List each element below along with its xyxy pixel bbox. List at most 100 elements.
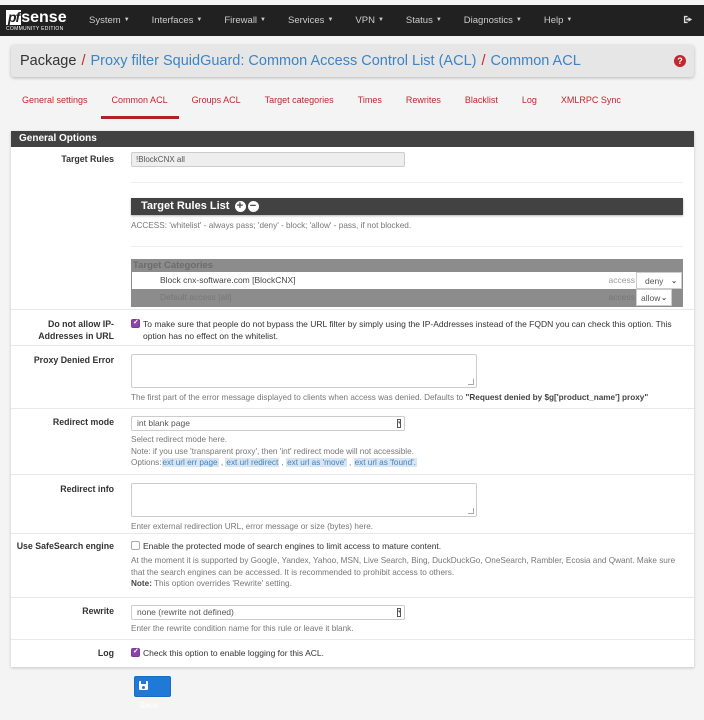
target-rules-row: Target Rules !BlockCNX all Target Rules …	[11, 147, 694, 310]
redirect-mode-help-2: Note: if you use 'transparent proxy', th…	[131, 446, 414, 456]
redirect-mode-select[interactable]: int blank page ▾	[131, 416, 405, 431]
nav-item-system[interactable]: System ▼	[89, 15, 130, 26]
proxy-denied-error-label: Proxy Denied Error	[33, 355, 114, 365]
access-help: ACCESS: 'whitelist' - always pass; 'deny…	[131, 221, 412, 230]
no-ip-checkbox[interactable]	[131, 318, 140, 328]
panel-title: General Options	[11, 131, 694, 147]
floppy-disk-icon	[139, 681, 148, 690]
nav-label: Status	[405, 15, 433, 26]
table-row: Block cnx-software.com [BlockCNX] access…	[132, 271, 682, 289]
caret-down-icon: ▼	[327, 17, 334, 24]
access-label: access	[608, 291, 635, 302]
caret-down-icon: ▼	[435, 17, 442, 24]
nav-label: Help	[543, 15, 564, 26]
redirect-info-help: Enter external redirection URL, error me…	[131, 522, 374, 531]
options-prefix: Options:	[131, 458, 162, 467]
option-ext-url-redirect[interactable]: ext url redirect	[225, 458, 280, 467]
target-rules-list-heading: Target Rules List + −	[131, 198, 683, 215]
safesearch-checkbox[interactable]	[131, 541, 140, 550]
caret-down-icon: ▼	[515, 17, 522, 24]
caret-down-icon: ▼	[566, 17, 573, 24]
caret-down-icon: ▼	[377, 17, 384, 24]
safesearch-label: Use SafeSearch engine	[16, 541, 114, 551]
note-label: Note:	[131, 579, 152, 588]
redirect-info-label: Redirect info	[60, 484, 114, 494]
logo-sense: sense	[21, 9, 67, 26]
nav-label: Firewall	[224, 15, 258, 26]
option-ext-url-found[interactable]: ext url as 'found'.	[353, 458, 417, 467]
breadcrumb-common-acl-link[interactable]: Common ACL	[491, 53, 581, 69]
proxy-denied-error-row: Proxy Denied Error The first part of the…	[11, 346, 694, 409]
sign-out-icon[interactable]	[683, 14, 694, 28]
redirect-mode-label: Redirect mode	[52, 417, 114, 427]
nav-label: Diagnostics	[463, 15, 513, 26]
plus-circle-icon[interactable]: +	[234, 200, 246, 212]
chevron-down-icon: ⌄	[661, 294, 667, 302]
redirect-mode-row: Redirect mode int blank page ▾ Select red…	[11, 409, 694, 475]
nav-label: VPN	[355, 15, 375, 26]
nav-menu: System ▼ Interfaces ▼ Firewall ▼ Services ▼ …	[89, 15, 594, 26]
tab-general-settings[interactable]: General settings	[22, 95, 88, 105]
pfsense-logo[interactable]: pf sense COMMUNITY EDITION	[0, 5, 70, 36]
minus-circle-icon[interactable]: −	[247, 200, 259, 212]
redirect-info-row: Redirect info Enter external redirection…	[11, 475, 694, 534]
safesearch-row: Use SafeSearch engine Enable the protect…	[11, 534, 694, 598]
nav-item-diagnostics[interactable]: Diagnostics ▼	[464, 15, 522, 26]
tab-log[interactable]: Log	[522, 95, 537, 105]
tab-target-categories[interactable]: Target categories	[265, 95, 334, 105]
tab-blacklist[interactable]: Blacklist	[465, 95, 498, 105]
access-value: allow	[641, 292, 661, 303]
redirect-mode-options: Options:ext url err page , ext url redir…	[131, 458, 417, 467]
redirect-mode-help-1: Select redirect mode here.	[131, 435, 228, 444]
nav-item-help[interactable]: Help ▼	[544, 15, 573, 26]
category-name: Default access [all]	[160, 291, 232, 302]
target-categories-table: Target Categories Block cnx-software.com…	[131, 258, 683, 307]
nav-label: System	[89, 15, 121, 26]
log-checkbox[interactable]	[131, 647, 140, 657]
tab-rewrites[interactable]: Rewrites	[406, 95, 441, 105]
nav-label: Interfaces	[151, 15, 194, 26]
no-ip-label: Do not allow IP-Addresses in URL	[38, 319, 114, 341]
proxy-denied-error-textarea[interactable]	[131, 354, 477, 388]
breadcrumb-squidguard-link[interactable]: Proxy filter SquidGuard: Common Access C…	[90, 53, 476, 69]
rewrite-help: Enter the rewrite condition name for thi…	[131, 624, 354, 633]
note-text: This option overrides 'Rewrite' setting.	[151, 579, 292, 588]
access-label: access	[608, 274, 635, 285]
caret-down-icon: ▼	[260, 17, 266, 24]
top-navbar: pf sense COMMUNITY EDITION System ▼ Interf…	[0, 5, 704, 36]
help-default-value: "Request denied by $g['product_name'] pr…	[465, 393, 649, 402]
access-select[interactable]: deny ⌄	[636, 271, 682, 289]
target-rules-input[interactable]: !BlockCNX all	[131, 152, 405, 167]
logo-pf: pf	[6, 9, 22, 25]
rewrite-select[interactable]: none (rewrite not defined) ▾	[131, 605, 405, 620]
option-ext-url-err-page[interactable]: ext url err page	[161, 458, 219, 467]
tab-xmlrpc-sync[interactable]: XMLRPC Sync	[561, 95, 621, 105]
nav-item-services[interactable]: Services ▼	[288, 15, 333, 26]
nav-item-firewall[interactable]: Firewall ▼	[224, 15, 266, 26]
divider	[131, 182, 683, 183]
question-circle-icon[interactable]: ?	[674, 55, 686, 67]
nav-item-vpn[interactable]: VPN ▼	[355, 15, 384, 26]
save-label: Save	[139, 700, 159, 710]
nav-item-status[interactable]: Status ▼	[406, 15, 442, 26]
nav-item-interfaces[interactable]: Interfaces ▼	[152, 15, 203, 26]
breadcrumb-separator: /	[481, 53, 486, 69]
tab-groups-acl[interactable]: Groups ACL	[192, 95, 241, 105]
chevron-down-icon: ⌄	[671, 277, 677, 285]
redirect-info-textarea[interactable]	[131, 483, 477, 517]
access-select[interactable]: allow ⌄	[636, 288, 672, 306]
general-options-panel: General Options Target Rules !BlockCNX a…	[11, 131, 694, 667]
breadcrumb-separator: /	[81, 53, 86, 69]
redirect-mode-value: int blank page	[137, 418, 190, 428]
safesearch-text: Enable the protected mode of search engi…	[143, 541, 442, 551]
option-ext-url-move[interactable]: ext url as 'move'	[286, 458, 347, 467]
safesearch-help: At the moment it is supported by Google,…	[131, 556, 676, 577]
logo-subtitle: COMMUNITY EDITION	[6, 26, 64, 32]
log-text: Check this option to enable logging for …	[143, 648, 324, 658]
breadcrumb: Package / Proxy filter SquidGuard: Commo…	[11, 45, 694, 77]
save-button[interactable]: Save	[134, 676, 171, 710]
tab-times[interactable]: Times	[358, 95, 382, 105]
rewrite-label: Rewrite	[82, 606, 114, 616]
tab-common-acl[interactable]: Common ACL	[100, 95, 179, 119]
category-name: Block cnx-software.com [BlockCNX]	[160, 274, 296, 285]
